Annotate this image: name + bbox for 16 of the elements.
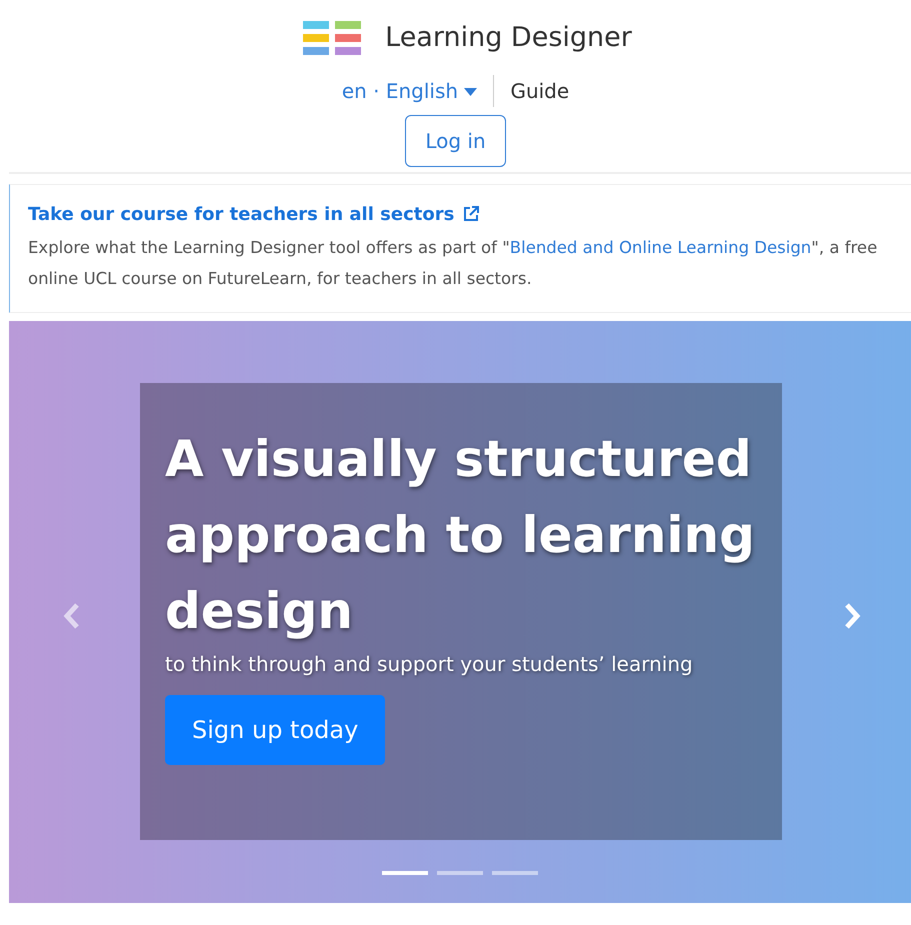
- language-dropdown[interactable]: en · English: [342, 76, 478, 106]
- signup-button[interactable]: Sign up today: [165, 694, 386, 764]
- slide-indicator[interactable]: [492, 870, 538, 874]
- slide-indicator[interactable]: [382, 870, 428, 874]
- hero-subheading: to think through and support your students’ learning: [165, 650, 694, 678]
- course-link[interactable]: Take our course for teachers in all sectors: [28, 200, 480, 228]
- site-title: Learning Designer: [385, 21, 632, 55]
- caret-icon: [464, 88, 478, 96]
- hero-heading: A visually structured approach to learning design: [165, 428, 756, 642]
- promo-text: Explore what the Learning Designer tool offers as part of "Blended and Online Learning Design", a free online UCL course on FutureLearn, for teachers in all sectors.: [28, 236, 878, 290]
- logo-icon: [303, 21, 362, 56]
- login-button[interactable]: Log in: [405, 114, 506, 166]
- course-title-link[interactable]: Blended and Online Learning Design: [510, 238, 812, 256]
- slide-indicator[interactable]: [437, 870, 483, 874]
- guide-link[interactable]: Guide: [510, 76, 570, 106]
- external-link-icon: [462, 205, 480, 223]
